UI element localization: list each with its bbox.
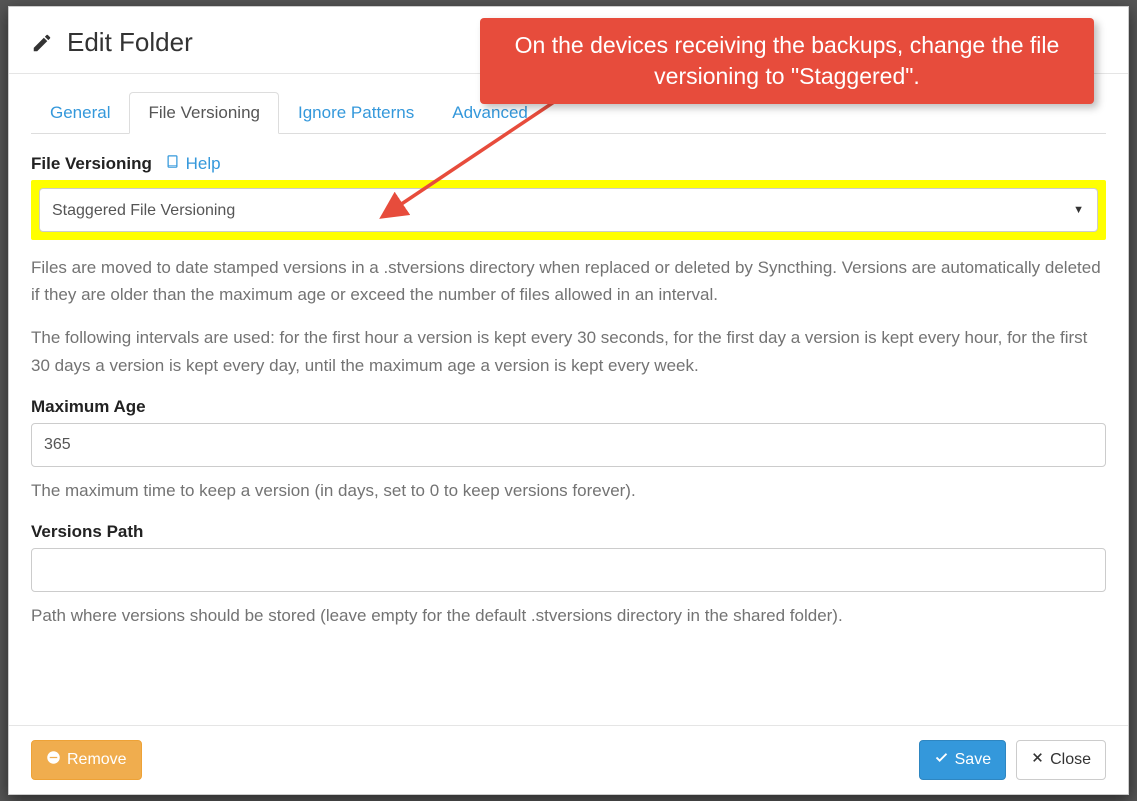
minus-circle-icon xyxy=(46,750,61,770)
book-icon xyxy=(165,154,180,174)
modal-footer: Remove Save Close xyxy=(9,725,1128,794)
close-button-label: Close xyxy=(1050,750,1091,769)
pencil-icon xyxy=(31,32,53,54)
save-button[interactable]: Save xyxy=(919,740,1006,780)
annotation-callout: On the devices receiving the backups, ch… xyxy=(480,18,1094,104)
remove-button[interactable]: Remove xyxy=(31,740,142,780)
save-button-label: Save xyxy=(955,750,991,769)
tab-file-versioning[interactable]: File Versioning xyxy=(129,92,279,134)
tab-ignore-patterns[interactable]: Ignore Patterns xyxy=(279,92,433,134)
max-age-help: The maximum time to keep a version (in d… xyxy=(31,477,1106,504)
versioning-select-highlight: Staggered File Versioning ▼ xyxy=(31,180,1106,240)
help-link-text: Help xyxy=(186,154,221,174)
tab-general[interactable]: General xyxy=(31,92,129,134)
versions-path-help: Path where versions should be stored (le… xyxy=(31,602,1106,629)
max-age-label: Maximum Age xyxy=(31,397,1106,417)
versions-path-label: Versions Path xyxy=(31,522,1106,542)
help-link[interactable]: Help xyxy=(165,154,221,174)
file-versioning-label: File Versioning Help xyxy=(31,154,1106,174)
file-versioning-select[interactable]: Staggered File Versioning xyxy=(39,188,1098,232)
remove-button-label: Remove xyxy=(67,750,127,769)
close-button[interactable]: Close xyxy=(1016,740,1106,780)
versions-path-input[interactable] xyxy=(31,548,1106,592)
versioning-desc-1: Files are moved to date stamped versions… xyxy=(31,254,1106,308)
check-icon xyxy=(934,750,949,770)
edit-folder-modal: Edit Folder General File Versioning Igno… xyxy=(8,6,1129,795)
max-age-input[interactable] xyxy=(31,423,1106,467)
modal-body: General File Versioning Ignore Patterns … xyxy=(9,74,1128,725)
close-icon xyxy=(1031,750,1044,769)
file-versioning-label-text: File Versioning xyxy=(31,154,152,173)
modal-title: Edit Folder xyxy=(67,27,193,58)
versioning-desc-2: The following intervals are used: for th… xyxy=(31,324,1106,378)
